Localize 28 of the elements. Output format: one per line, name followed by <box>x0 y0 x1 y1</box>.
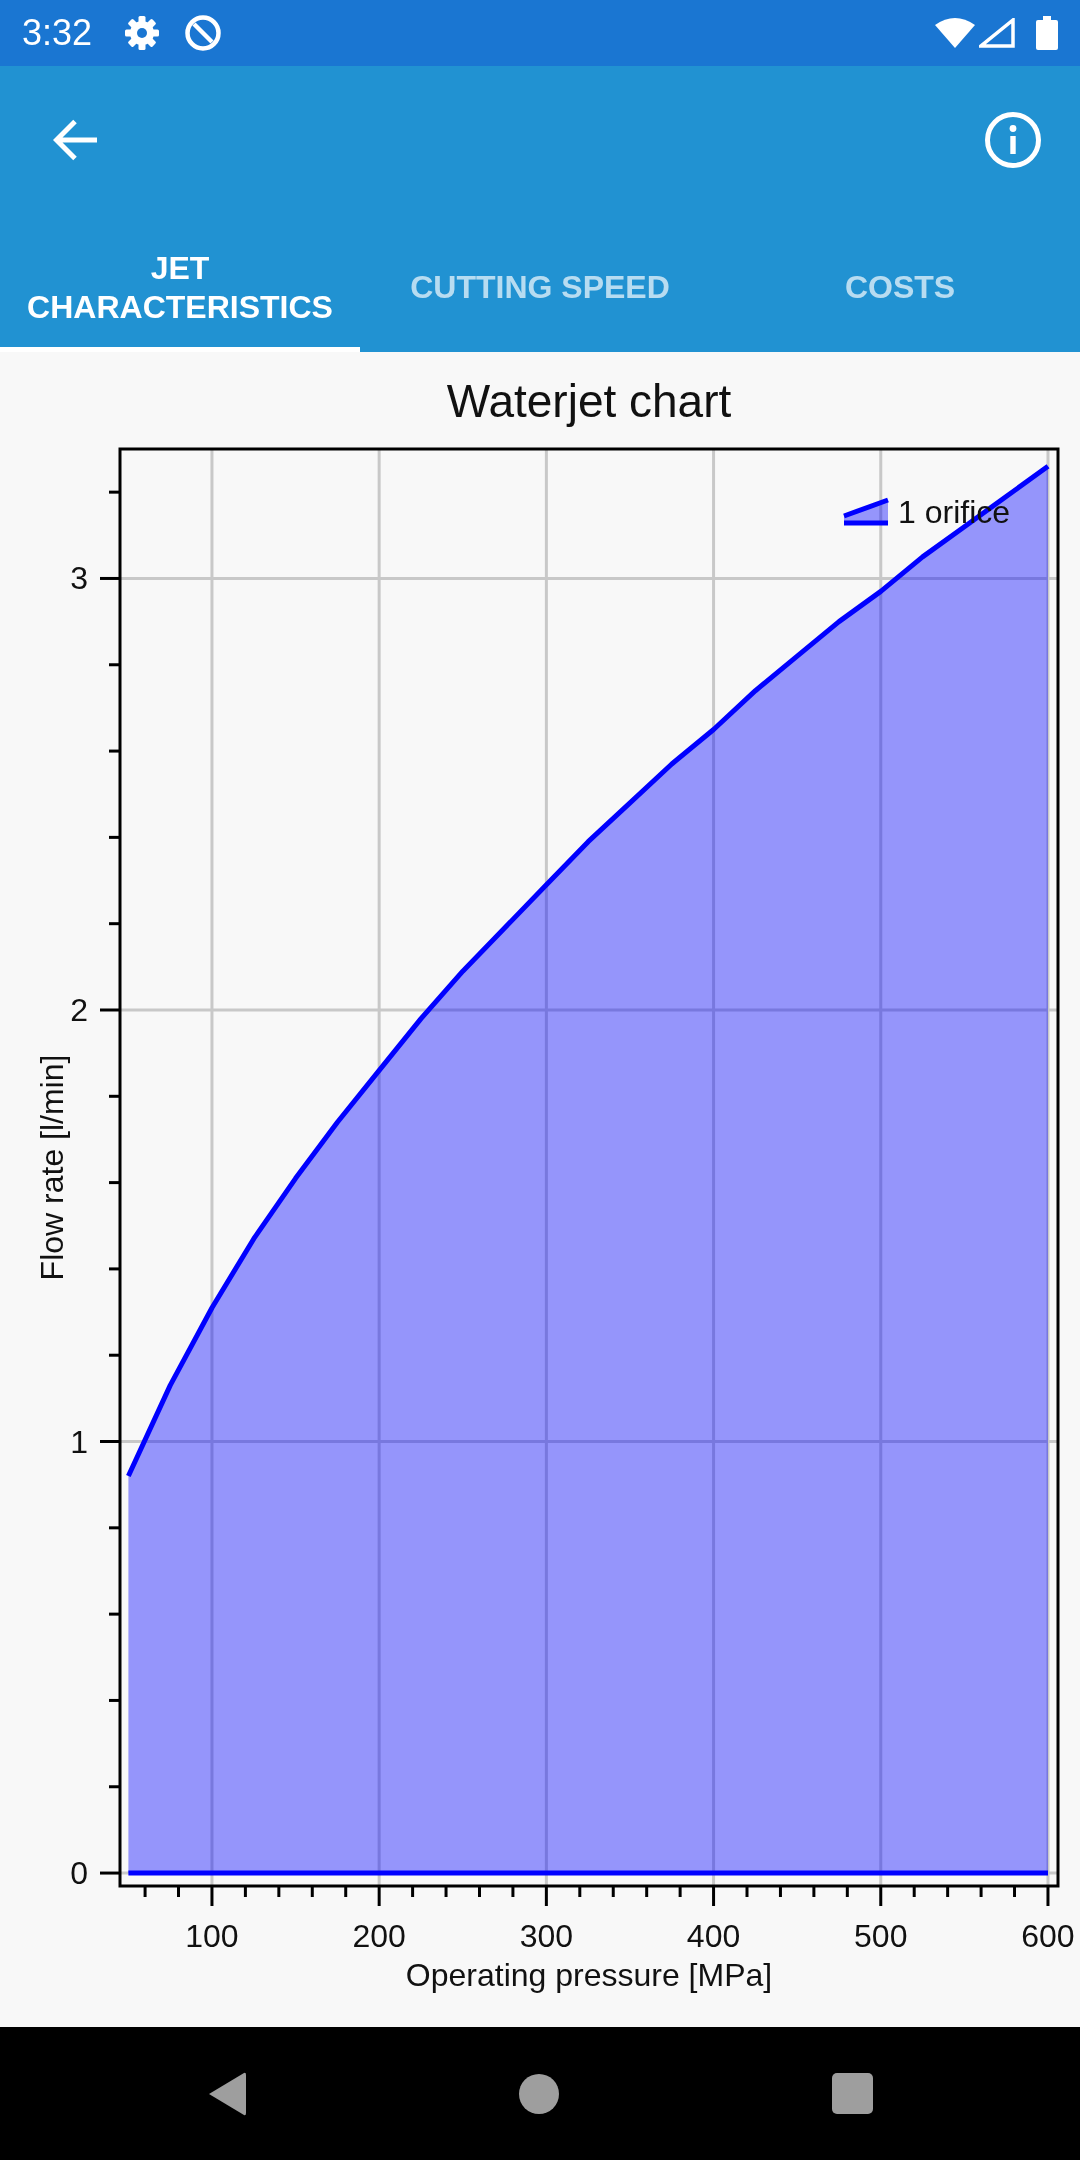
info-icon <box>985 112 1041 168</box>
x-tick-label: 500 <box>854 1918 908 1954</box>
wifi-icon <box>935 18 975 48</box>
gear-icon <box>125 16 160 50</box>
signal-icon <box>979 18 1015 48</box>
recents-square-icon[interactable] <box>831 2073 873 2114</box>
arrow-left-icon <box>53 118 97 162</box>
battery-icon <box>1036 16 1058 50</box>
x-tick-label: 200 <box>352 1918 406 1954</box>
circle-slash-icon <box>185 15 222 51</box>
x-tick-label: 300 <box>519 1918 574 1954</box>
legend-area-icon <box>841 497 891 526</box>
x-axis-title: Operating pressure [MPa] <box>405 1957 773 1993</box>
status-time: 3:32 <box>22 13 93 53</box>
tab[interactable]: COSTS <box>720 214 1080 352</box>
y-tick-label: 1 <box>70 1423 88 1460</box>
y-tick-label: 2 <box>70 992 88 1028</box>
home-circle-icon[interactable] <box>518 2073 559 2114</box>
y-tick-label: 3 <box>70 560 88 597</box>
back-triangle-icon[interactable] <box>207 2071 246 2116</box>
tab[interactable]: CUTTING SPEED <box>360 214 720 352</box>
x-tick-label: 100 <box>185 1918 239 1954</box>
x-tick-label: 600 <box>1021 1918 1075 1954</box>
chart-title: Waterjet chart <box>446 375 732 427</box>
x-tick-label: 400 <box>686 1918 741 1954</box>
y-tick-label: 0 <box>70 1855 88 1892</box>
y-axis-title: Flow rate [l/min] <box>34 1054 70 1281</box>
tab[interactable]: JET CHARACTERISTICS <box>0 214 360 352</box>
